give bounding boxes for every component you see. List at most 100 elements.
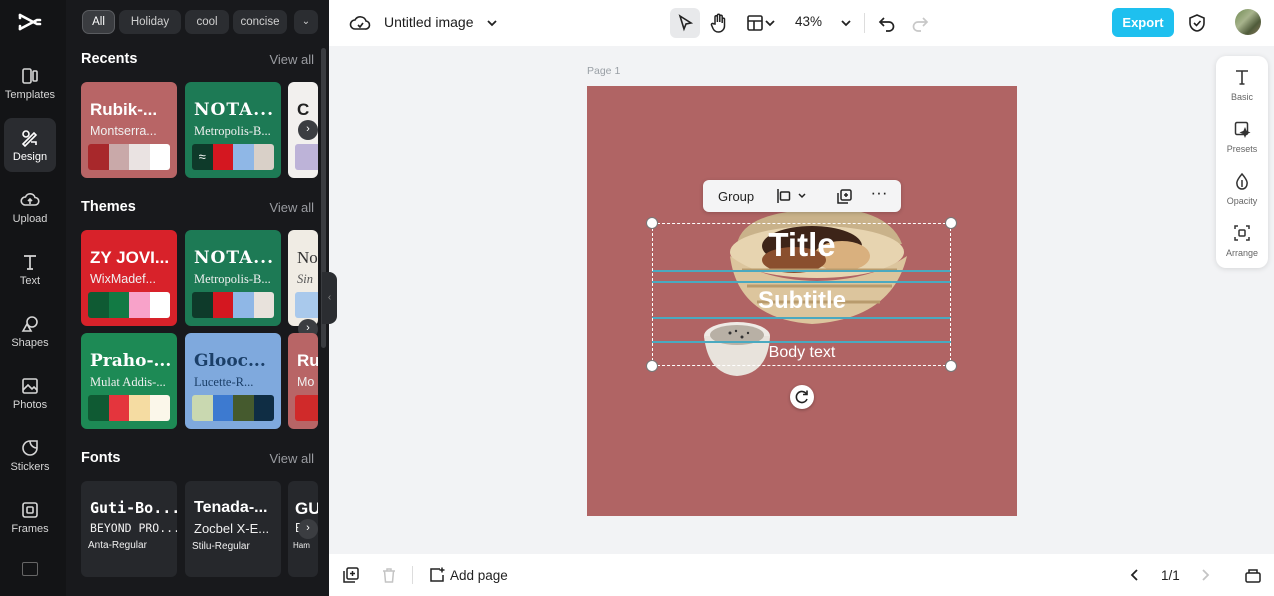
color-swatches [295,144,318,170]
color-swatches: ≈ [192,144,274,170]
section-title-themes: Themes [81,199,136,215]
redo-icon[interactable] [908,11,932,35]
previous-page-chevron-icon[interactable] [1126,566,1144,584]
cloud-sync-icon[interactable] [348,11,372,35]
card-body-font: Mo [297,375,315,389]
capcut-logo-icon[interactable] [17,10,43,34]
selection-box[interactable] [652,223,951,366]
upload-cloud-icon [20,193,40,206]
duplicate-page-icon[interactable] [342,566,360,584]
stickers-icon [22,440,38,456]
undo-icon[interactable] [875,11,899,35]
rail-upload[interactable]: Upload [4,180,56,234]
rotate-handle-icon[interactable] [790,385,814,409]
card-heading-font: Tenada-... [194,499,268,516]
theme-card-1[interactable]: ZY JOVI... WixMadef... [81,230,177,326]
theme-card-4[interactable]: Praho-... Mulat Addis-... [81,333,177,429]
card-font-name: Ham [293,541,310,550]
more-options-icon[interactable]: ··· [869,184,889,205]
card-heading-font: NOTA... [194,248,275,268]
rail-label: Frames [11,523,49,535]
page-label: Page 1 [587,65,621,77]
card-heading-font: ZY JOVI... [90,248,170,267]
color-swatches [295,292,318,318]
layout-dropdown-chevron-icon[interactable] [762,11,778,35]
theme-card-5[interactable]: Glooc... Lucette-R... [185,333,281,429]
card-heading-font: Praho-... [90,351,172,371]
resize-handle-bottom-right[interactable] [945,360,957,372]
rail-shapes[interactable]: Shapes [4,304,56,358]
rail-label: Shapes [11,337,49,349]
themes-view-all-link[interactable]: View all [269,200,314,215]
next-page-chevron-icon[interactable] [1196,566,1214,584]
rail-frames[interactable]: Frames [4,490,56,544]
card-sub-font: BEYOND PRO... [90,521,177,535]
card-heading-font: NOTA... [194,100,275,120]
collapse-panel-chevron-icon[interactable]: ‹ [322,272,337,324]
rail-photos[interactable]: Photos [4,366,56,420]
document-title[interactable]: Untitled image [384,14,474,30]
card-heading-font: Rubik-... [90,100,158,119]
templates-icon [22,68,38,84]
property-toolbar: Basic Presets Opacity Arrange [1216,56,1268,268]
color-swatches [295,395,318,421]
recent-card-1[interactable]: Rubik-... Montserra... [81,82,177,178]
text-icon [24,255,36,270]
add-page-icon[interactable] [428,566,446,584]
resize-handle-bottom-left[interactable] [646,360,658,372]
color-swatches [192,395,274,421]
user-avatar[interactable] [1235,9,1261,35]
theme-card-6[interactable]: Ru Mo [288,333,318,429]
opacity-drop-icon [1236,172,1248,190]
shield-check-icon[interactable] [1185,11,1209,35]
theme-card-3[interactable]: No Sin [288,230,318,326]
tool-basic[interactable]: Basic [1216,68,1268,102]
color-swatches [88,292,170,318]
chip-all[interactable]: All [82,10,115,34]
font-card-1[interactable]: Guti-Bo... BEYOND PRO... Anta-Regular [81,481,177,577]
section-title-recents: Recents [81,51,138,67]
fonts-view-all-link[interactable]: View all [269,451,314,466]
resize-handle-top-right[interactable] [945,217,957,229]
align-left-icon[interactable] [775,187,809,205]
shapes-icon [21,316,38,332]
export-button[interactable]: Export [1112,8,1174,37]
hand-pan-icon[interactable] [707,11,731,35]
card-body-font: Montserra... [90,124,157,138]
zoom-dropdown-chevron-icon[interactable] [834,11,858,35]
rail-design[interactable]: Design [4,118,56,172]
recents-scroll-right-chevron-icon[interactable]: › [298,120,318,140]
card-heading-font: GU [295,499,318,518]
tool-arrange[interactable]: Arrange [1216,224,1268,258]
fonts-scroll-right-chevron-icon[interactable]: › [298,519,318,539]
rail-stickers[interactable]: Stickers [4,428,56,482]
resize-handle-top-left[interactable] [646,217,658,229]
recents-view-all-link[interactable]: View all [269,52,314,67]
rail-label: Design [12,151,48,163]
bottom-divider [412,566,413,584]
tool-label: Arrange [1225,248,1259,258]
rail-text[interactable]: Text [4,242,56,296]
delete-page-trash-icon[interactable] [380,566,398,584]
select-pointer-icon[interactable] [670,8,700,38]
rail-templates[interactable]: Templates [4,56,56,110]
duplicate-icon[interactable] [834,187,854,205]
add-page-button[interactable]: Add page [450,568,508,583]
chips-expand-chevron-icon[interactable]: ⌄ [294,10,318,34]
group-button[interactable]: Group [718,189,754,204]
card-font-name: Anta-Regular [88,540,147,551]
page-panel-toggle-icon[interactable] [1244,566,1262,584]
tool-opacity[interactable]: Opacity [1216,172,1268,206]
card-font-name: Stilu-Regular [192,541,250,552]
chip-cool[interactable]: cool [185,10,229,34]
tool-presets[interactable]: Presets [1216,120,1268,154]
chip-holiday[interactable]: Holiday [119,10,181,34]
font-card-2[interactable]: Tenada-... Zocbel X-E... Stilu-Regular [185,481,281,577]
chip-concise[interactable]: concise [233,10,287,34]
recent-card-2[interactable]: NOTA... Metropolis-B... ≈ [185,82,281,178]
zoom-level[interactable]: 43% [795,14,822,29]
theme-card-2[interactable]: NOTA... Metropolis-B... [185,230,281,326]
more-tools-icon[interactable] [22,562,38,576]
card-heading-font: Guti-Bo... [90,499,177,517]
title-dropdown-chevron-icon[interactable] [480,11,504,35]
